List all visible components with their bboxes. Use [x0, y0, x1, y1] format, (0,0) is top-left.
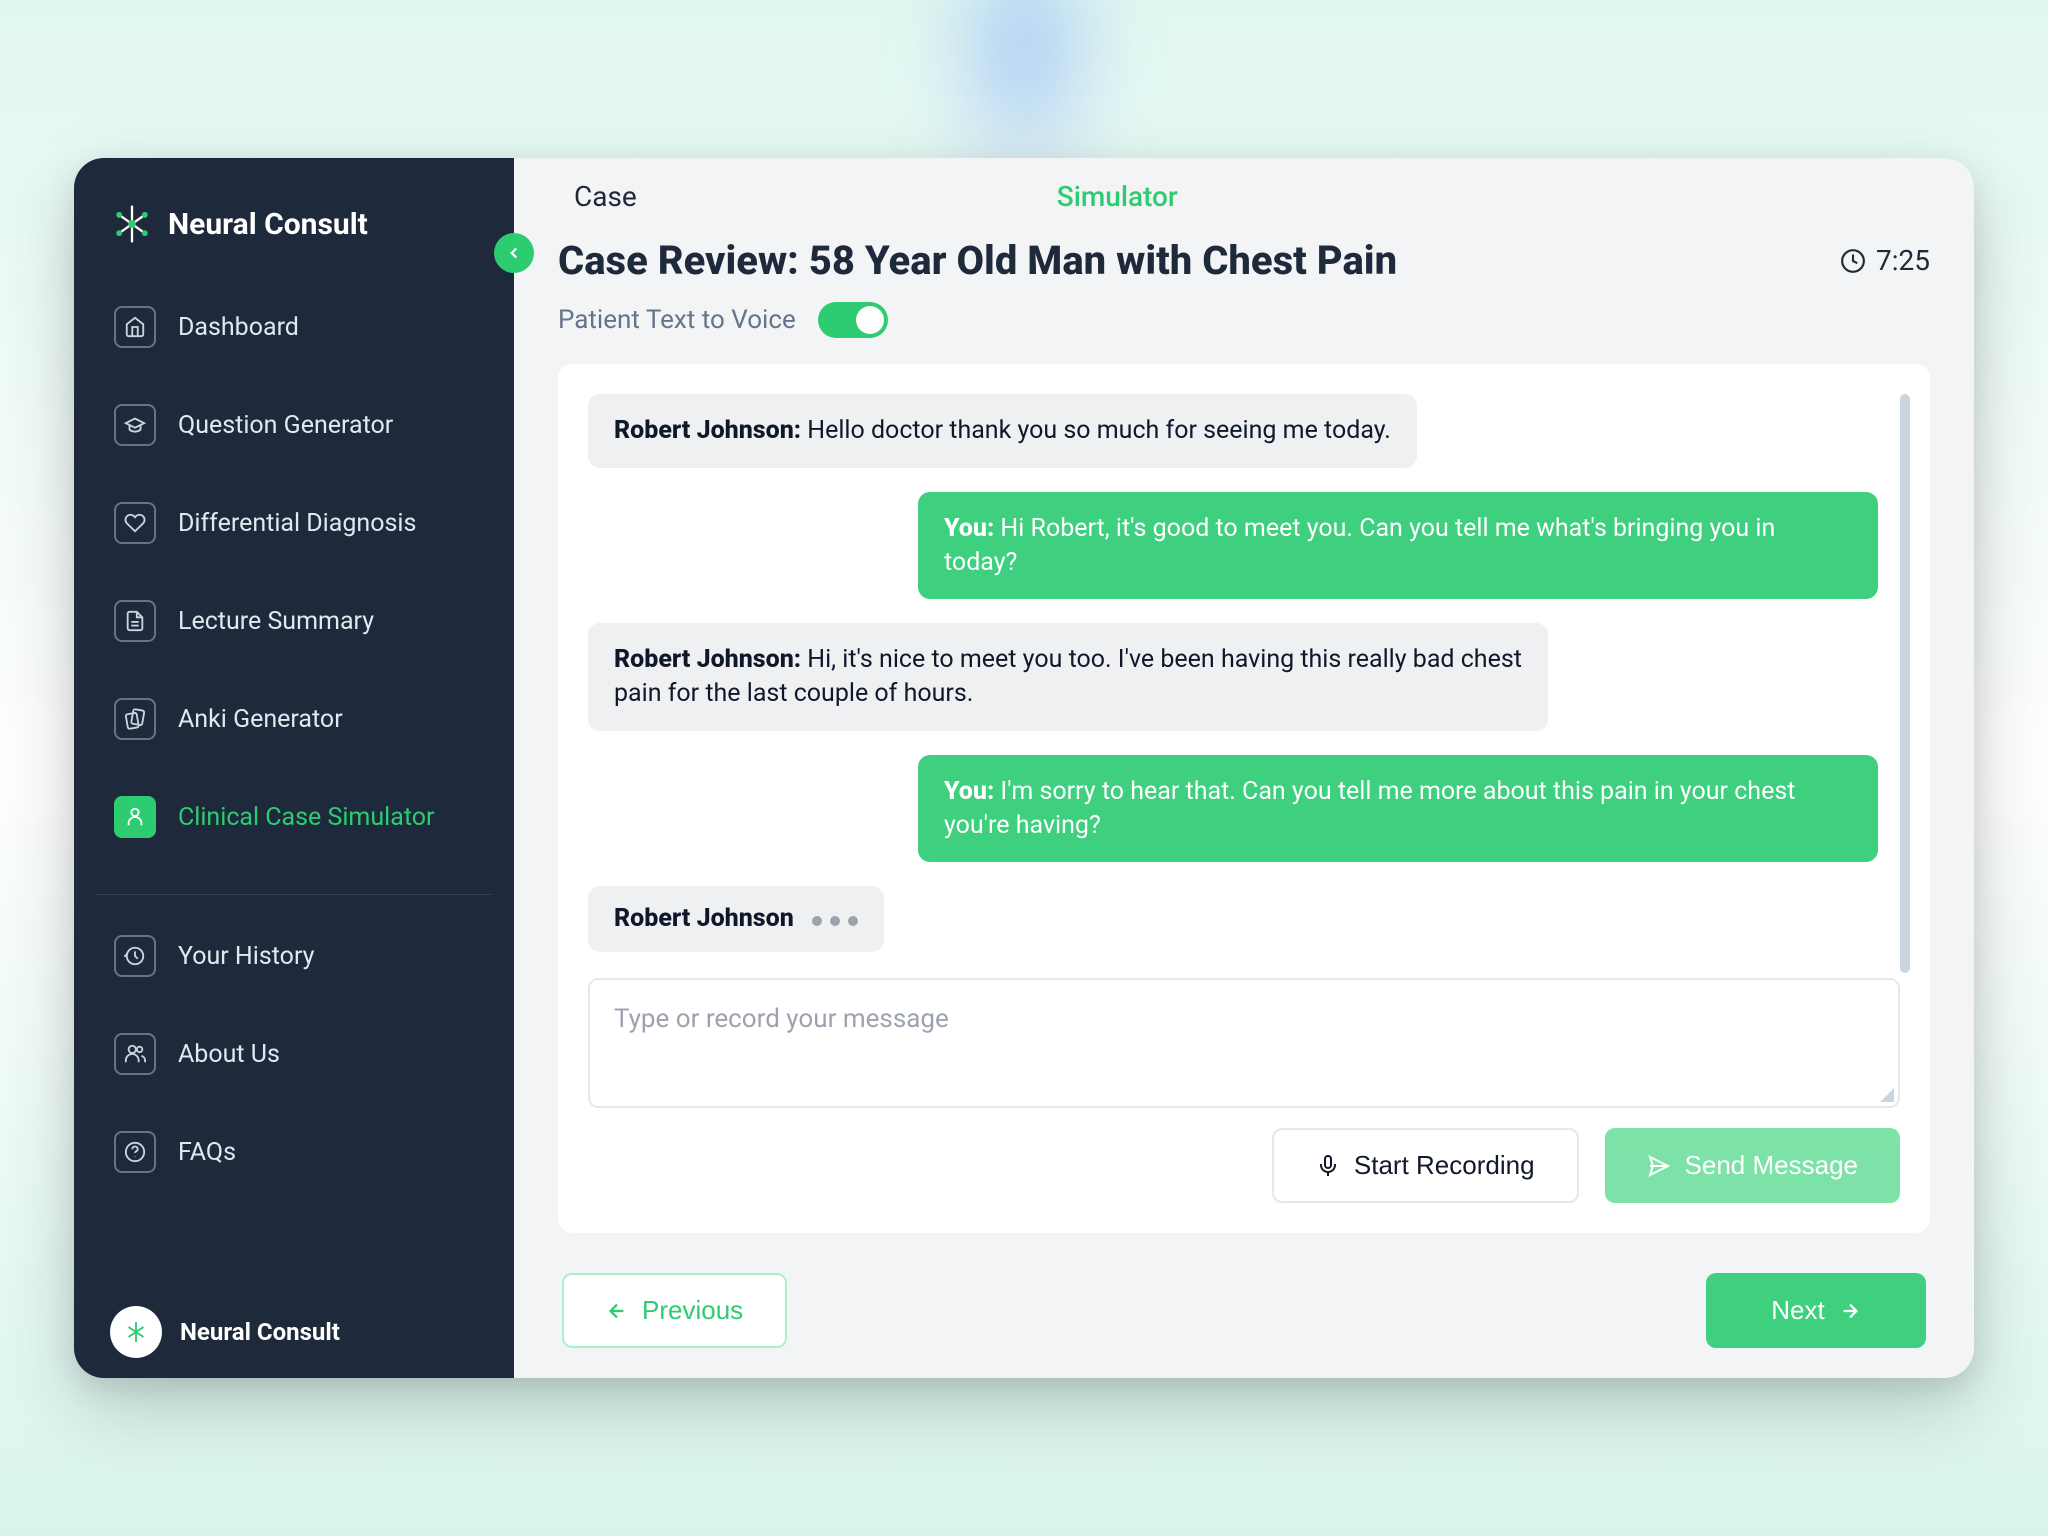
tab-simulator[interactable]: Simulator — [1057, 180, 1178, 213]
message-input[interactable]: Type or record your message — [588, 978, 1900, 1108]
previous-button[interactable]: Previous — [562, 1273, 787, 1348]
tts-toggle[interactable] — [818, 302, 888, 338]
sidebar-item-simulator[interactable]: Clinical Case Simulator — [96, 776, 492, 858]
page-title: Case Review: 58 Year Old Man with Chest … — [558, 237, 1397, 284]
nav-primary: Dashboard Question Generator Differential … — [74, 286, 514, 874]
brand-name: Neural Consult — [168, 207, 368, 242]
sidebar-item-question-gen[interactable]: Question Generator — [96, 384, 492, 466]
sidebar-item-label: FAQs — [178, 1138, 236, 1167]
typing-indicator: Robert Johnson — [588, 886, 884, 952]
next-label: Next — [1771, 1295, 1824, 1326]
sidebar: Neural Consult Dashboard Question Generat… — [74, 158, 514, 1378]
previous-label: Previous — [642, 1295, 743, 1326]
send-label: Send Message — [1685, 1150, 1858, 1181]
message-sender: Robert Johnson: — [614, 416, 801, 445]
sidebar-item-anki[interactable]: Anki Generator — [96, 678, 492, 760]
sidebar-item-diff-dx[interactable]: Differential Diagnosis — [96, 482, 492, 564]
send-message-button[interactable]: Send Message — [1605, 1128, 1900, 1203]
history-icon — [114, 935, 156, 977]
tab-case[interactable]: Case — [574, 180, 637, 213]
sidebar-item-lecture[interactable]: Lecture Summary — [96, 580, 492, 662]
nav-buttons: Previous Next — [558, 1273, 1930, 1348]
timer-value: 7:25 — [1876, 244, 1930, 277]
arrow-left-icon — [606, 1300, 628, 1322]
help-icon — [114, 1131, 156, 1173]
actions: Start Recording Send Message — [588, 1128, 1900, 1203]
sidebar-item-label: Lecture Summary — [178, 607, 374, 636]
message-sender: Robert Johnson: — [614, 645, 801, 674]
message-sender: You: — [944, 777, 994, 806]
message-user: You: Hi Robert, it's good to meet you. C… — [918, 492, 1878, 600]
timer: 7:25 — [1840, 244, 1930, 277]
cards-icon — [114, 698, 156, 740]
message-text: I'm sorry to hear that. Can you tell me … — [944, 777, 1795, 840]
sidebar-item-label: Question Generator — [178, 411, 393, 440]
sidebar-item-history[interactable]: Your History — [96, 915, 492, 997]
sidebar-item-label: Your History — [178, 942, 314, 971]
tabs: Case Simulator — [514, 158, 1974, 219]
doc-icon — [114, 600, 156, 642]
footer-brand: Neural Consult — [74, 1286, 514, 1378]
header-row: Case Review: 58 Year Old Man with Chest … — [558, 237, 1930, 284]
collapse-sidebar-button[interactable] — [494, 233, 534, 273]
sidebar-item-label: Anki Generator — [178, 705, 343, 734]
typing-dots-icon — [812, 916, 858, 926]
content: Case Review: 58 Year Old Man with Chest … — [514, 219, 1974, 1378]
person-icon — [114, 796, 156, 838]
brand-icon — [110, 202, 154, 246]
cap-icon — [114, 404, 156, 446]
message-text: Hi Robert, it's good to meet you. Can yo… — [944, 514, 1775, 577]
tts-row: Patient Text to Voice — [558, 302, 1930, 338]
sidebar-item-label: Dashboard — [178, 313, 299, 342]
message-patient: Robert Johnson: Hi, it's nice to meet yo… — [588, 623, 1548, 731]
sidebar-item-label: Clinical Case Simulator — [178, 803, 434, 832]
chevron-left-icon — [505, 244, 523, 262]
brand: Neural Consult — [74, 158, 514, 286]
input-placeholder: Type or record your message — [614, 1004, 949, 1034]
main: Case Simulator Case Review: 58 Year Old … — [514, 158, 1974, 1378]
sidebar-item-faqs[interactable]: FAQs — [96, 1111, 492, 1193]
message-user: You: I'm sorry to hear that. Can you tel… — [918, 755, 1878, 863]
message-patient: Robert Johnson: Hello doctor thank you s… — [588, 394, 1417, 468]
tts-label: Patient Text to Voice — [558, 305, 796, 335]
send-icon — [1647, 1154, 1671, 1178]
app-window: Neural Consult Dashboard Question Generat… — [74, 158, 1974, 1378]
sidebar-item-label: Differential Diagnosis — [178, 509, 416, 538]
next-button[interactable]: Next — [1706, 1273, 1926, 1348]
sidebar-item-dashboard[interactable]: Dashboard — [96, 286, 492, 368]
nav-secondary: Your History About Us FAQs — [74, 915, 514, 1209]
heart-icon — [114, 502, 156, 544]
sidebar-item-label: About Us — [178, 1040, 280, 1069]
clock-icon — [1840, 248, 1866, 274]
sidebar-item-about[interactable]: About Us — [96, 1013, 492, 1095]
message-sender: You: — [944, 514, 994, 543]
start-recording-button[interactable]: Start Recording — [1272, 1128, 1579, 1203]
divider — [96, 894, 492, 895]
message-text: Hello doctor thank you so much for seein… — [801, 416, 1391, 445]
scrollbar[interactable] — [1900, 394, 1910, 973]
chat-panel: Robert Johnson: Hello doctor thank you s… — [558, 364, 1930, 1233]
arrow-right-icon — [1839, 1300, 1861, 1322]
record-label: Start Recording — [1354, 1150, 1535, 1181]
message-sender: Robert Johnson — [614, 904, 794, 933]
microphone-icon — [1316, 1154, 1340, 1178]
footer-brand-icon — [110, 1306, 162, 1358]
chat-area: Robert Johnson: Hello doctor thank you s… — [588, 394, 1900, 952]
people-icon — [114, 1033, 156, 1075]
home-icon — [114, 306, 156, 348]
footer-brand-text: Neural Consult — [180, 1318, 340, 1346]
